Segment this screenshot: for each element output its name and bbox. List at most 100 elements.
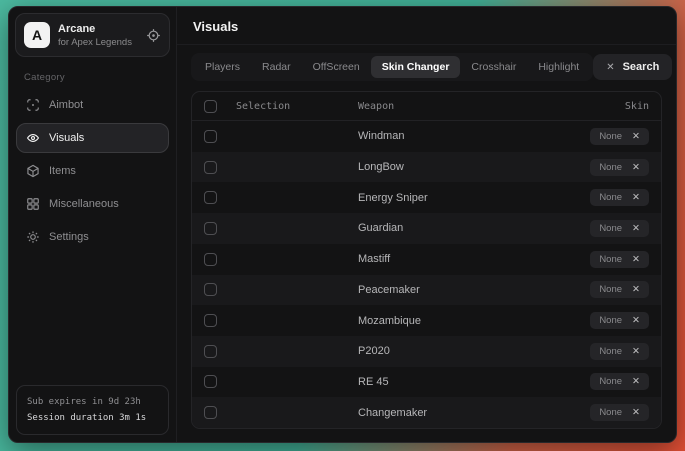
table-row: GuardianNone✕ xyxy=(192,213,661,244)
tab-radar[interactable]: Radar xyxy=(251,56,302,78)
weapon-name: Mozambique xyxy=(358,315,537,327)
clear-skin-icon[interactable]: ✕ xyxy=(632,407,640,418)
skin-value: None xyxy=(599,407,622,418)
table-row: Changemaker None ✕ xyxy=(192,397,661,428)
tab-skin-changer[interactable]: Skin Changer xyxy=(371,56,461,78)
category-label: Category xyxy=(24,72,161,83)
weapon-name: Mastiff xyxy=(358,253,537,265)
clear-skin-icon[interactable]: ✕ xyxy=(632,223,640,234)
sidebar-item-items[interactable]: Items xyxy=(16,156,169,186)
page-title: Visuals xyxy=(193,19,660,34)
session-duration-text: Session duration 3m 1s xyxy=(27,410,158,426)
row-checkbox[interactable] xyxy=(204,345,217,358)
row-checkbox[interactable] xyxy=(204,130,217,143)
skin-value: None xyxy=(599,254,622,265)
row-checkbox[interactable] xyxy=(204,283,217,296)
row-checkbox[interactable] xyxy=(204,314,217,327)
column-header-selection: Selection xyxy=(236,101,358,112)
table-header-row: Selection Weapon Skin xyxy=(192,92,661,121)
sub-expires-text: Sub expires in 9d 23h xyxy=(27,394,158,410)
skin-badge[interactable]: None ✕ xyxy=(590,159,649,176)
skin-value: None xyxy=(599,346,622,357)
row-checkbox[interactable] xyxy=(204,161,217,174)
sidebar-item-label: Settings xyxy=(49,231,89,243)
clear-skin-icon[interactable]: ✕ xyxy=(632,346,640,357)
sidebar-item-settings[interactable]: Settings xyxy=(16,222,169,252)
search-button[interactable]: ✕ Search xyxy=(593,54,672,80)
app-name: Arcane xyxy=(58,23,132,35)
table-row: Windman None ✕ xyxy=(192,121,661,152)
skin-value: None xyxy=(599,162,622,173)
skin-value: None xyxy=(599,131,622,142)
sidebar: A Arcane for Apex Legends Category Aimbo… xyxy=(9,7,177,442)
app-logo: A xyxy=(24,22,50,48)
search-button-label: Search xyxy=(623,61,660,73)
clear-skin-icon[interactable]: ✕ xyxy=(632,315,640,326)
sidebar-item-label: Visuals xyxy=(49,132,84,144)
weapon-name: Peacemaker xyxy=(358,284,537,296)
tab-offscreen[interactable]: OffScreen xyxy=(302,56,371,78)
row-checkbox[interactable] xyxy=(204,406,217,419)
sidebar-item-miscellaneous[interactable]: Miscellaneous xyxy=(16,189,169,219)
aimbot-crosshair-icon xyxy=(26,98,40,112)
skin-badge[interactable]: None ✕ xyxy=(590,128,649,145)
table-row: P2020None✕ xyxy=(192,336,661,367)
clear-skin-icon[interactable]: ✕ xyxy=(632,162,640,173)
skin-value: None xyxy=(599,192,622,203)
clear-skin-icon[interactable]: ✕ xyxy=(632,192,640,203)
weapon-name: Changemaker xyxy=(358,407,537,419)
search-icon: ✕ xyxy=(606,62,614,73)
clear-skin-icon[interactable]: ✕ xyxy=(632,376,640,387)
row-checkbox[interactable] xyxy=(204,222,217,235)
tab-players[interactable]: Players xyxy=(194,56,251,78)
column-header-skin: Skin xyxy=(625,101,649,112)
select-all-checkbox[interactable] xyxy=(204,100,217,113)
miscellaneous-grid-icon xyxy=(26,197,40,211)
weapon-name: Energy Sniper xyxy=(358,192,537,204)
table-row: RE 45 None✕ xyxy=(192,367,661,398)
brand-card: A Arcane for Apex Legends xyxy=(15,13,170,57)
tab-bar: PlayersRadarOffScreenSkin ChangerCrossha… xyxy=(191,53,593,81)
target-icon[interactable] xyxy=(146,28,161,43)
row-checkbox[interactable] xyxy=(204,191,217,204)
sidebar-item-label: Miscellaneous xyxy=(49,198,119,210)
row-checkbox[interactable] xyxy=(204,253,217,266)
clear-skin-icon[interactable]: ✕ xyxy=(632,284,640,295)
skin-value: None xyxy=(599,284,622,295)
sidebar-item-visuals[interactable]: Visuals xyxy=(16,123,169,153)
skin-badge[interactable]: None✕ xyxy=(590,220,649,237)
weapon-name: Windman xyxy=(358,130,537,142)
app-subtitle: for Apex Legends xyxy=(58,37,132,48)
sidebar-item-aimbot[interactable]: Aimbot xyxy=(16,90,169,120)
table-row: LongBowNone✕ xyxy=(192,152,661,183)
table-row: Peacemaker None ✕ xyxy=(192,275,661,306)
skin-badge[interactable]: None✕ xyxy=(590,373,649,390)
skin-badge[interactable]: None ✕ xyxy=(590,312,649,329)
clear-skin-icon[interactable]: ✕ xyxy=(632,254,640,265)
sidebar-item-label: Items xyxy=(49,165,76,177)
sidebar-nav: Aimbot Visuals Items Miscellaneous Settings xyxy=(15,90,170,252)
main-panel: Visuals PlayersRadarOffScreenSkin Change… xyxy=(177,7,676,442)
subscription-info-box: Sub expires in 9d 23h Session duration 3… xyxy=(16,385,169,435)
skin-badge[interactable]: None ✕ xyxy=(590,404,649,421)
weapon-name: RE 45 xyxy=(358,376,537,388)
items-box-icon xyxy=(26,164,40,178)
skin-badge[interactable]: None ✕ xyxy=(590,189,649,206)
sidebar-item-label: Aimbot xyxy=(49,99,83,111)
settings-gear-icon xyxy=(26,230,40,244)
skin-badge[interactable]: None ✕ xyxy=(590,251,649,268)
skin-badge[interactable]: None ✕ xyxy=(590,343,649,360)
skin-value: None xyxy=(599,315,622,326)
skin-changer-table: Selection Weapon Skin WindmanNone✕LongBo… xyxy=(191,91,662,429)
row-checkbox[interactable] xyxy=(204,375,217,388)
table-row: Energy Sniper None ✕ xyxy=(192,182,661,213)
skin-badge[interactable]: None ✕ xyxy=(590,281,649,298)
clear-skin-icon[interactable]: ✕ xyxy=(632,131,640,142)
tab-crosshair[interactable]: Crosshair xyxy=(460,56,527,78)
tab-highlight[interactable]: Highlight xyxy=(527,56,590,78)
toolbar: PlayersRadarOffScreenSkin ChangerCrossha… xyxy=(177,45,676,87)
table-body: WindmanNone✕LongBowNone✕Energy SniperNon… xyxy=(192,121,661,428)
visuals-eye-icon xyxy=(26,131,40,145)
table-row: Mozambique None ✕ xyxy=(192,305,661,336)
column-header-weapon: Weapon xyxy=(358,101,537,112)
